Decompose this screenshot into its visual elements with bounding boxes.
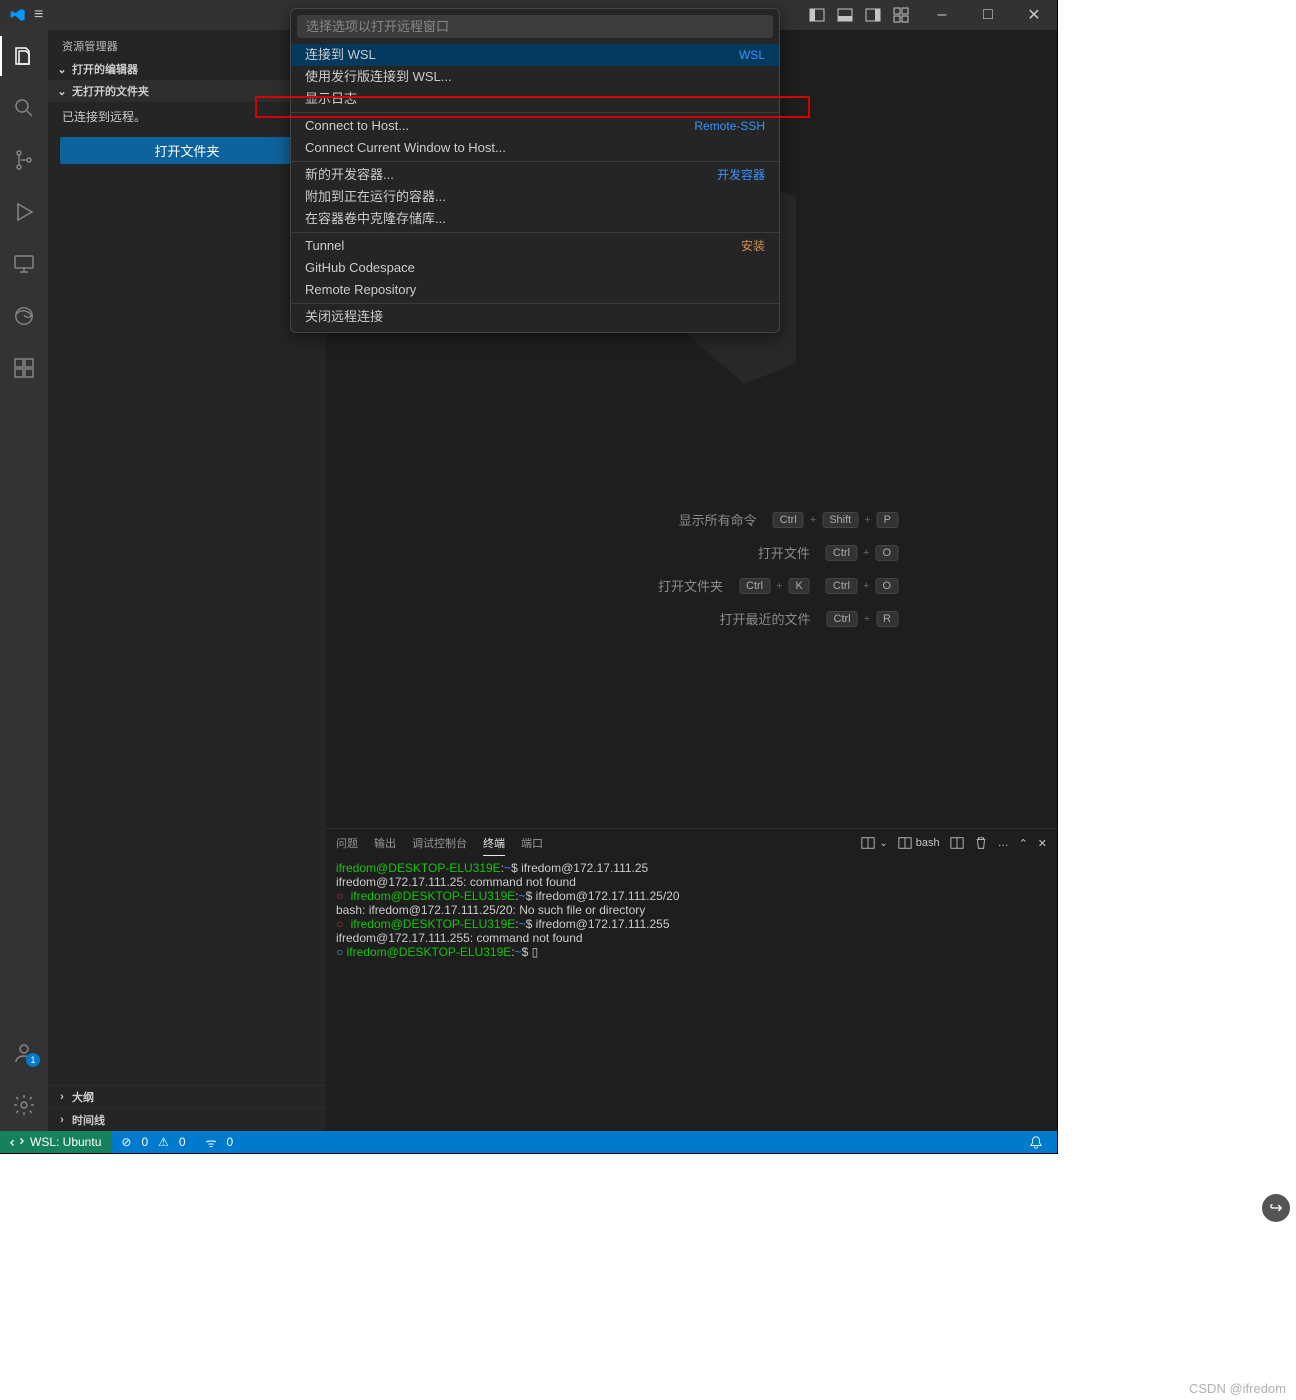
sidebar-section-timeline[interactable]: ›时间线 (48, 1108, 326, 1131)
minimize-button[interactable]: – (919, 0, 965, 30)
palette-item[interactable]: GitHub Codespace (291, 257, 779, 279)
palette-item[interactable]: 在容器卷中克隆存储库... (291, 208, 779, 230)
palette-item[interactable]: 附加到正在运行的容器... (291, 186, 779, 208)
panel-tab-debug[interactable]: 调试控制台 (412, 831, 467, 855)
status-bar: WSL: Ubuntu ⊘0 ⚠0 ᯤ0 (0, 1131, 1057, 1153)
layout-panel-icon[interactable] (833, 3, 857, 27)
sidebar-title: 资源管理器 (48, 30, 326, 58)
sidebar-section-outline[interactable]: ›大纲 (48, 1085, 326, 1108)
bottom-panel: 问题 输出 调试控制台 终端 端口 ⌄ bash … ⌃ (326, 828, 1057, 1131)
layout-secondary-sidebar-icon[interactable] (861, 3, 885, 27)
status-problems[interactable]: ⊘0 ⚠0 (111, 1135, 195, 1149)
chevron-down-icon: ⌄ (56, 63, 68, 76)
activity-extensions-icon[interactable] (0, 348, 48, 388)
panel-more-icon[interactable]: … (998, 837, 1009, 849)
maximize-panel-icon[interactable]: ⌃ (1019, 837, 1028, 850)
panel-tab-ports[interactable]: 端口 (521, 831, 543, 855)
sidebar-section-no-folder[interactable]: ⌄无打开的文件夹 (48, 80, 326, 102)
radio-icon: ᯤ (206, 1134, 217, 1151)
activity-explorer-icon[interactable] (0, 36, 48, 76)
chevron-down-icon: ⌄ (56, 85, 68, 98)
remote-indicator[interactable]: WSL: Ubuntu (0, 1131, 111, 1153)
notification-bell-icon[interactable] (1029, 1135, 1043, 1149)
palette-item[interactable]: Connect Current Window to Host... (291, 137, 779, 159)
close-button[interactable]: ✕ (1011, 0, 1057, 30)
customize-layout-icon[interactable] (889, 3, 913, 27)
sidebar-section-open-editors[interactable]: ⌄打开的编辑器 (48, 58, 326, 80)
activity-remote-explorer-icon[interactable] (0, 244, 48, 284)
vscode-window: ≡ – □ ✕ (0, 0, 1057, 1153)
activity-settings-icon[interactable] (0, 1085, 48, 1125)
chevron-right-icon: › (56, 1114, 68, 1126)
layout-primary-sidebar-icon[interactable] (805, 3, 829, 27)
palette-item[interactable]: Tunnel安装 (291, 235, 779, 257)
shortcut-row: 打开文件夹Ctrl+KCtrl+O (603, 576, 898, 595)
panel-tabs: 问题 输出 调试控制台 终端 端口 ⌄ bash … ⌃ (326, 829, 1057, 857)
activity-source-control-icon[interactable] (0, 140, 48, 180)
status-ports[interactable]: ᯤ0 (196, 1134, 244, 1151)
terminal-body[interactable]: ifredom@DESKTOP-ELU319E:~$ ifredom@172.1… (326, 857, 1057, 1131)
maximize-button[interactable]: □ (965, 0, 1011, 30)
open-folder-button[interactable]: 打开文件夹 (60, 137, 314, 164)
palette-item[interactable]: 使用发行版连接到 WSL... (291, 66, 779, 88)
palette-item[interactable]: 新的开发容器...开发容器 (291, 164, 779, 186)
activity-search-icon[interactable] (0, 88, 48, 128)
vscode-logo-icon (10, 7, 26, 23)
shortcut-row: 显示所有命令Ctrl+Shift+P (603, 510, 898, 529)
terminal-profile-bash[interactable]: bash (898, 836, 940, 850)
palette-item[interactable]: 关闭远程连接 (291, 306, 779, 328)
error-icon: ⊘ (121, 1135, 131, 1149)
remote-icon (10, 1135, 24, 1149)
kill-terminal-icon[interactable] (974, 836, 988, 850)
activity-bar: 1 (0, 30, 48, 1131)
sidebar-explorer: 资源管理器 ⌄打开的编辑器 ⌄无打开的文件夹 已连接到远程。 打开文件夹 ›大纲… (48, 30, 326, 1131)
csdn-watermark: CSDN @ifredom (1189, 1381, 1286, 1396)
palette-item[interactable]: Remote Repository (291, 279, 779, 301)
shortcut-row: 打开最近的文件Ctrl+R (603, 609, 898, 628)
panel-tab-terminal[interactable]: 终端 (483, 831, 505, 856)
panel-tab-output[interactable]: 输出 (374, 831, 396, 855)
panel-tab-problems[interactable]: 问题 (336, 831, 358, 855)
palette-item[interactable]: Connect to Host...Remote-SSH (291, 115, 779, 137)
warning-icon: ⚠ (158, 1135, 169, 1149)
new-terminal-icon[interactable] (950, 836, 964, 850)
page-background: ≡ – □ ✕ (0, 0, 1296, 1400)
activity-run-debug-icon[interactable] (0, 192, 48, 232)
sidebar-connected-text: 已连接到远程。 (48, 102, 326, 131)
shortcut-row: 打开文件Ctrl+O (603, 543, 898, 562)
palette-item[interactable]: 连接到 WSLWSL (291, 44, 779, 66)
page-scroll-button[interactable]: ↪ (1262, 1194, 1290, 1222)
close-panel-icon[interactable]: ✕ (1038, 837, 1047, 850)
command-palette: 连接到 WSLWSL使用发行版连接到 WSL...显示日志 Connect to … (290, 8, 780, 333)
menu-icon[interactable]: ≡ (34, 6, 43, 24)
palette-item[interactable]: 显示日志 (291, 88, 779, 110)
activity-account-icon[interactable]: 1 (0, 1033, 48, 1073)
palette-input[interactable] (297, 15, 773, 38)
account-badge: 1 (26, 1053, 40, 1067)
chevron-right-icon: › (56, 1091, 68, 1103)
activity-edge-icon[interactable] (0, 296, 48, 336)
split-terminal-icon[interactable]: ⌄ (861, 836, 887, 850)
